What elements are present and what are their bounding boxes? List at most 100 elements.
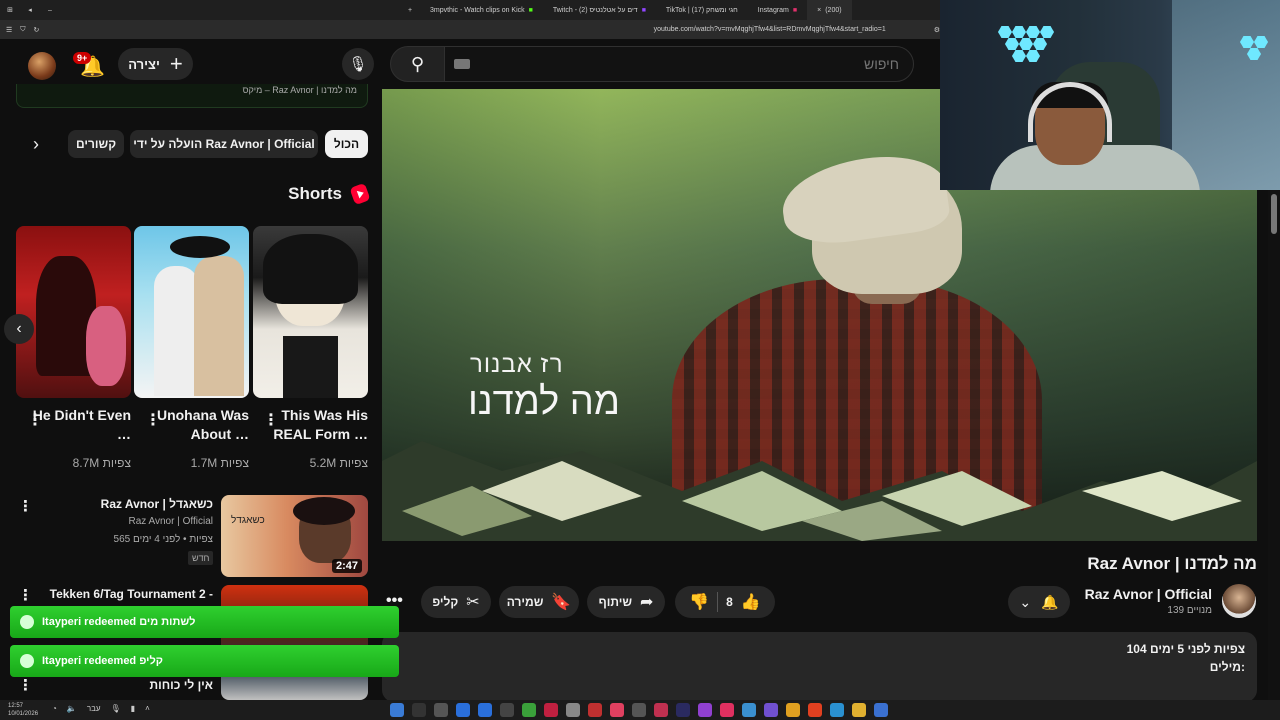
video-thumbnail[interactable] [221,585,368,700]
app-icon[interactable] [698,703,712,717]
plus-icon: + [169,51,183,76]
tab-kick[interactable]: 3mpvthic - Watch clips on Kick ■ [420,0,543,20]
short-thumbnail[interactable] [134,226,249,398]
page-scrollbar[interactable] [1268,190,1280,700]
taskbar-clock[interactable]: 12:57 10/01/2026 [8,702,38,718]
app-icon[interactable] [808,703,822,717]
more-options-icon[interactable]: ⋮ [263,410,279,430]
video-thumbnail[interactable]: כשאגדל 2:47 [221,495,368,577]
chip-all[interactable]: הכול [325,130,368,158]
short-views: 8.7M צפיות [72,456,131,470]
app-icon[interactable] [588,703,602,717]
like-dislike-group: 👎 8 👍 [675,586,775,618]
video-title[interactable]: Raz Avnor | כשאגדל [40,497,213,511]
video-meta: 565 צפיות • לפני 4 ימים [113,534,213,545]
dislike-icon[interactable]: 👎 [689,592,709,612]
mic-icon[interactable]: 🎙 [111,704,121,713]
hex-light [1040,26,1054,38]
notifications-icon[interactable]: ◔ [52,704,57,713]
app-icon[interactable] [676,703,690,717]
app-icon[interactable] [830,703,844,717]
voice-search-icon[interactable]: 🎙 [342,48,374,80]
hex-light [1026,26,1040,38]
app-icon[interactable] [764,703,778,717]
share-button[interactable]: שיתוף ➦ [587,586,665,618]
short-thumbnail[interactable] [16,226,131,398]
app-icon[interactable] [434,703,448,717]
tab-actions-icon[interactable]: ⊞ [0,6,20,14]
tab-youtube[interactable]: × (200) [807,0,852,20]
chip-related[interactable]: קשורים [68,130,124,158]
more-options-icon[interactable]: ⋮ [18,676,33,694]
app-icon[interactable] [478,703,492,717]
url-text[interactable]: youtube.com/watch?v=mvMqghjTfw4&list=RDm… [654,26,886,33]
app-icon[interactable] [654,703,668,717]
new-tab-icon[interactable]: + [400,7,420,14]
hex-light [1026,50,1040,62]
channel-avatar[interactable] [1222,584,1256,618]
tab-tiktok[interactable]: TikTok | חגי ומשחק (17) [656,0,748,20]
save-button[interactable]: שמירה 🔖 [499,586,579,618]
subscription-button[interactable]: ⌄ 🔔 [1008,586,1070,618]
app-icon[interactable] [544,703,558,717]
language-indicator[interactable]: עבר [87,704,101,713]
app-icon[interactable] [390,703,404,717]
channel-name[interactable]: Raz Avnor | Official [40,516,214,527]
chevron-up-icon[interactable]: ˄ [145,704,150,713]
shield-icon[interactable]: ⛉ [20,26,25,34]
redeem-notification: Itayperi redeemed לשתות מים [10,606,399,638]
description-text: מילים: [1209,660,1245,674]
video-title[interactable]: Tekken 6/Tag Tournament 2 - [40,587,213,601]
minimize-icon[interactable]: – [40,7,60,14]
mix-playlist-card[interactable]: מיקס – Raz Avnor | מה למדנו [16,84,368,108]
chip-uploaded-by[interactable]: הועלה על ידי Raz Avnor | Official [130,130,318,158]
app-icon[interactable] [456,703,470,717]
hex-light [1033,38,1047,50]
battery-icon[interactable]: ▮ [131,704,135,713]
close-tab-icon[interactable]: × [817,7,821,14]
like-icon[interactable]: 👍 [741,592,761,612]
keyboard-icon[interactable] [454,59,470,69]
tab-instagram[interactable]: Instagram ■ [748,0,807,20]
create-button[interactable]: יצירה + [118,48,193,80]
more-options-icon[interactable]: ⋮ [18,497,33,515]
more-options-icon[interactable]: ⋮ [145,410,161,430]
short-thumbnail[interactable] [253,226,368,398]
search-input[interactable] [444,46,914,82]
back-icon[interactable]: ◂ [20,6,40,14]
app-icon[interactable] [720,703,734,717]
windows-taskbar: 12:57 10/01/2026 ◔ 🔈 עבר 🎙 ▮ ˄ [0,700,1280,720]
tab-twitch[interactable]: Twitch - (2) דים על אטלנטיס ■ [543,0,656,20]
more-options-icon[interactable]: ⋮ [27,410,43,430]
search-icon[interactable]: ⚲ [390,46,445,82]
more-options-icon[interactable]: ⋮ [18,586,33,604]
redeem-notification: Itayperi redeemed קליפ [10,645,399,677]
app-icon[interactable] [500,703,514,717]
chevron-down-icon: ⌄ [1019,593,1032,610]
app-icon[interactable] [742,703,756,717]
taskbar-apps [390,703,888,717]
account-avatar[interactable] [28,52,56,80]
scrollbar-thumb[interactable] [1271,194,1277,234]
hex-light [1005,38,1019,50]
video-title[interactable]: אין לי כוחות [40,678,213,692]
chevron-left-icon[interactable]: ‹ [4,314,34,344]
new-badge: חדש [188,551,214,565]
app-icon[interactable] [874,703,888,717]
app-icon[interactable] [412,703,426,717]
app-icon[interactable] [632,703,646,717]
description-box[interactable]: 104 צפיות לפני 5 ימים מילים: [382,632,1257,702]
app-icon[interactable] [566,703,580,717]
hex-light [998,26,1012,38]
clip-button[interactable]: קליפ ✂ [421,586,491,618]
kick-icon: ■ [528,6,533,14]
chevron-right-icon[interactable]: › [24,132,48,156]
reload-icon[interactable]: ↻ [34,26,40,34]
app-icon[interactable] [522,703,536,717]
app-icon[interactable] [610,703,624,717]
app-icon[interactable] [852,703,866,717]
sidebar-toggle-icon[interactable]: ☰ [6,26,12,34]
system-tray: ◔ 🔈 עבר 🎙 ▮ ˄ [52,704,150,713]
volume-icon[interactable]: 🔈 [67,704,77,713]
app-icon[interactable] [786,703,800,717]
